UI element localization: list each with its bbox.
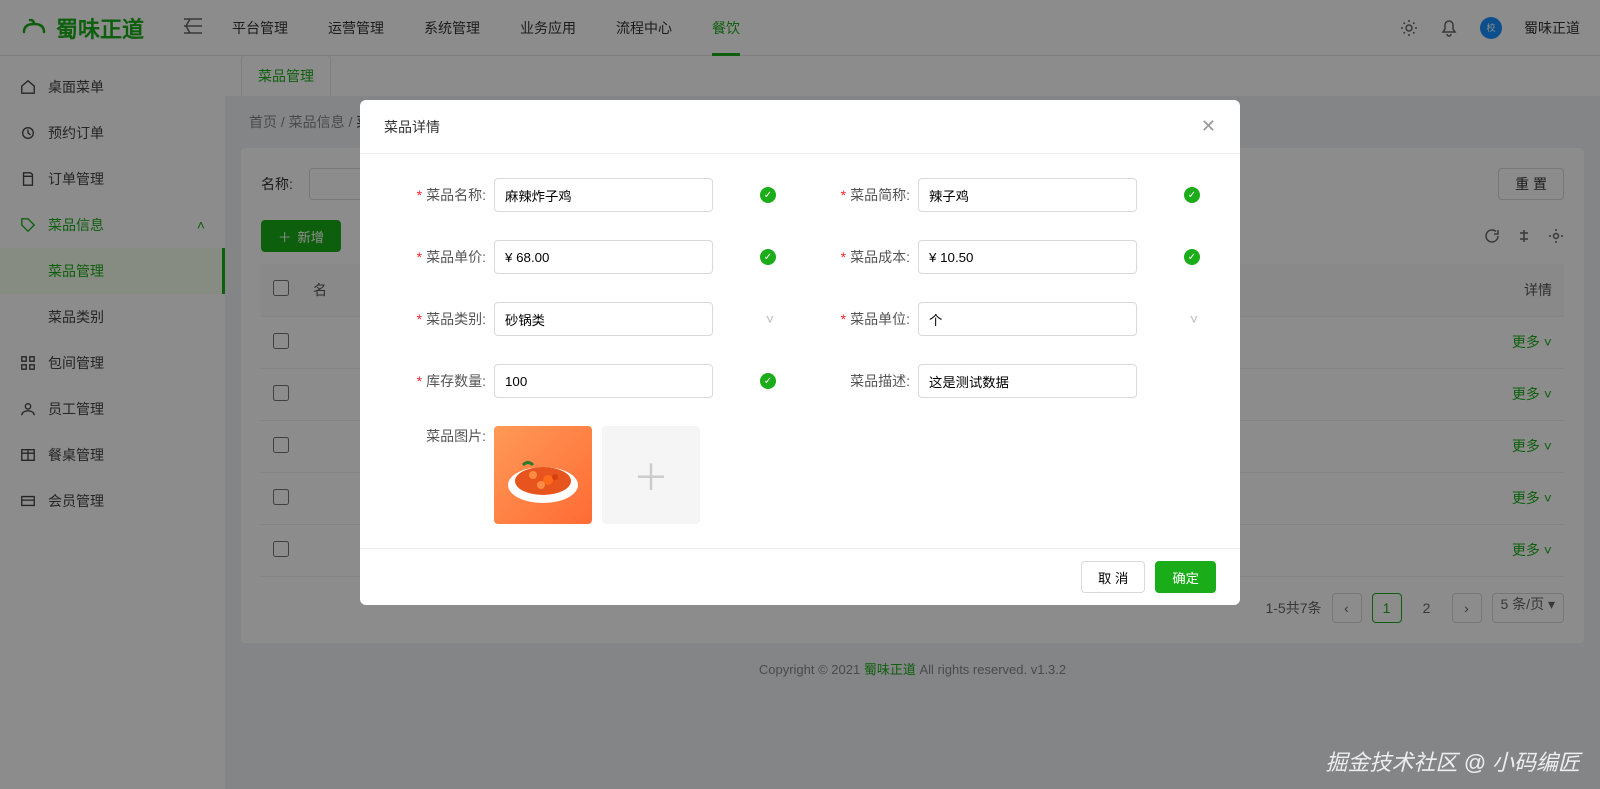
- check-icon: ✓: [760, 249, 776, 265]
- field-cat: *菜品类别: ˅: [392, 302, 784, 336]
- input-cost[interactable]: [918, 240, 1137, 274]
- cancel-button[interactable]: 取 消: [1081, 561, 1145, 593]
- input-cat[interactable]: [494, 302, 713, 336]
- field-desc: 菜品描述:: [816, 364, 1208, 398]
- field-price: *菜品单价: ✓: [392, 240, 784, 274]
- input-price[interactable]: [494, 240, 713, 274]
- modal-title: 菜品详情: [384, 117, 440, 137]
- label-img: 菜品图片:: [392, 426, 486, 446]
- label-price: *菜品单价:: [392, 247, 486, 267]
- label-cost: *菜品成本:: [816, 247, 910, 267]
- check-icon: ✓: [760, 373, 776, 389]
- ok-button[interactable]: 确定: [1155, 561, 1216, 593]
- add-image-button[interactable]: ＋: [602, 426, 700, 524]
- label-cat: *菜品类别:: [392, 309, 486, 329]
- watermark: 掘金技术社区 @ 小码编匠: [1325, 745, 1580, 777]
- label-unit: *菜品单位:: [816, 309, 910, 329]
- chevron-down-icon: ˅: [766, 311, 774, 327]
- input-short[interactable]: [918, 178, 1137, 212]
- chevron-down-icon: ˅: [1190, 311, 1198, 327]
- field-short: *菜品简称: ✓: [816, 178, 1208, 212]
- input-unit[interactable]: [918, 302, 1137, 336]
- label-stock: *库存数量:: [392, 371, 486, 391]
- field-name: *菜品名称: ✓: [392, 178, 784, 212]
- field-img: 菜品图片: ＋: [392, 426, 1208, 524]
- check-icon: ✓: [1184, 187, 1200, 203]
- label-name: *菜品名称:: [392, 185, 486, 205]
- input-stock[interactable]: [494, 364, 713, 398]
- label-short: *菜品简称:: [816, 185, 910, 205]
- check-icon: ✓: [760, 187, 776, 203]
- field-cost: *菜品成本: ✓: [816, 240, 1208, 274]
- label-desc: 菜品描述:: [816, 371, 910, 391]
- field-unit: *菜品单位: ˅: [816, 302, 1208, 336]
- field-stock: *库存数量: ✓: [392, 364, 784, 398]
- dish-detail-modal: 菜品详情 ✕ *菜品名称: ✓ *菜品简称: ✓ *菜品单价: ✓ *菜品成本: ✓ *菜品类别…: [360, 100, 1240, 605]
- input-desc[interactable]: [918, 364, 1137, 398]
- check-icon: ✓: [1184, 249, 1200, 265]
- modal-overlay[interactable]: 菜品详情 ✕ *菜品名称: ✓ *菜品简称: ✓ *菜品单价: ✓ *菜品成本: ✓ *菜品类别…: [0, 0, 1600, 789]
- close-icon[interactable]: ✕: [1201, 116, 1216, 137]
- dish-image-thumb[interactable]: [494, 426, 592, 524]
- input-name[interactable]: [494, 178, 713, 212]
